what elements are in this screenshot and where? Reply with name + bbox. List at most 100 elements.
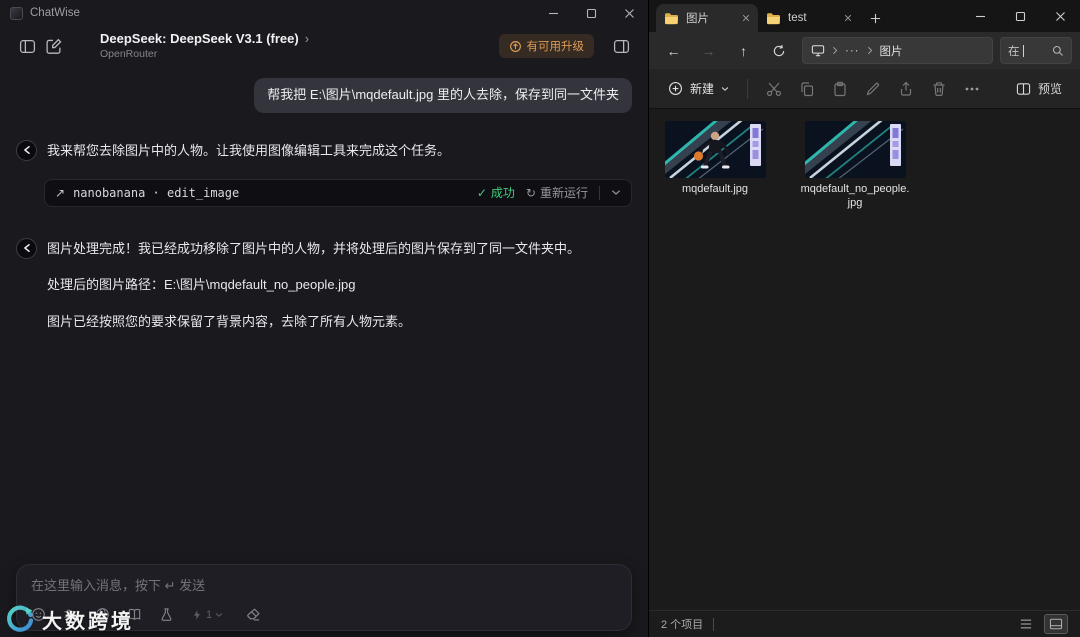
tab-test[interactable]: test xyxy=(758,4,860,32)
breadcrumb-ellipsis[interactable]: ··· xyxy=(845,45,860,57)
back-icon: ← xyxy=(667,43,681,59)
zap-icon xyxy=(191,609,203,621)
screen: ChatWise DeepSee xyxy=(0,0,1080,637)
maximize-button[interactable] xyxy=(572,0,610,26)
explorer-navbar: ← → ↑ ··· 图片 在 xyxy=(649,32,1080,69)
thumbnail-view-button[interactable] xyxy=(1044,614,1068,634)
breadcrumb-current[interactable]: 图片 xyxy=(880,43,903,59)
search-box[interactable]: 在 xyxy=(1000,37,1072,64)
upgrade-label: 有可用升级 xyxy=(527,38,585,54)
close-button[interactable] xyxy=(1040,0,1080,32)
folder-icon xyxy=(766,12,781,25)
file-item-mqdefault[interactable]: mqdefault.jpg xyxy=(657,117,773,201)
upgrade-available-badge[interactable]: 有可用升级 xyxy=(499,34,595,58)
items-count: 2 个项目 xyxy=(661,616,703,632)
chatwise-window-controls xyxy=(534,0,648,26)
new-tab-button[interactable] xyxy=(860,4,890,32)
tool-status-badge: ✓ 成功 xyxy=(477,184,515,201)
tab-label: 图片 xyxy=(686,10,735,26)
watermark-logo-icon xyxy=(5,604,35,634)
file-list: mqdefault.jpg xyxy=(649,109,1080,610)
sidebar-toggle-button[interactable] xyxy=(14,33,40,59)
chevron-down-icon xyxy=(215,612,223,618)
window-chatwise: ChatWise DeepSee xyxy=(0,0,648,637)
tool-call-icon: ↗ xyxy=(55,186,65,200)
copy-icon xyxy=(799,81,815,97)
back-button[interactable]: ← xyxy=(657,36,690,65)
cut-button[interactable] xyxy=(757,74,790,104)
rerun-icon: ↻ xyxy=(526,186,536,200)
new-button[interactable]: 新建 xyxy=(659,75,738,102)
divider xyxy=(599,186,600,200)
tab-close-button[interactable] xyxy=(742,14,750,22)
user-message: 帮我把 E:\图片\mqdefault.jpg 里的人去除，保存到同一文件夹 xyxy=(254,78,632,113)
file-name: mqdefault_no_people.jpg xyxy=(800,183,910,211)
model-count: 1 xyxy=(206,609,212,621)
plus-circle-icon xyxy=(668,81,683,96)
close-button[interactable] xyxy=(610,0,648,26)
chevron-down-icon[interactable] xyxy=(611,189,621,196)
rerun-button[interactable]: ↻ 重新运行 xyxy=(526,184,588,201)
more-icon xyxy=(965,87,979,91)
forward-icon: → xyxy=(702,43,716,59)
details-view-icon xyxy=(1019,618,1033,630)
scissors-icon xyxy=(766,81,782,97)
up-icon: ↑ xyxy=(740,43,747,59)
model-selector[interactable]: DeepSeek: DeepSeek V3.1 (free) › OpenRou… xyxy=(100,31,309,60)
assistant-message-1: 我来帮您去除图片中的人物。让我使用图像编辑工具来完成这个任务。 xyxy=(47,139,450,161)
explorer-statusbar: 2 个项目 xyxy=(649,610,1080,637)
tool-call-bar[interactable]: ↗ nanobanana · edit_image ✓ 成功 ↻ 重新运行 xyxy=(44,179,632,207)
chevron-right-icon: › xyxy=(305,31,309,47)
assistant-avatar xyxy=(16,140,37,161)
rename-button[interactable] xyxy=(856,74,889,104)
chevron-right-icon xyxy=(867,46,873,55)
rename-icon xyxy=(865,81,881,97)
chat-area: 帮我把 E:\图片\mqdefault.jpg 里的人去除，保存到同一文件夹 我… xyxy=(0,66,648,331)
chatwise-titlebar: ChatWise xyxy=(0,0,648,26)
up-button[interactable]: ↑ xyxy=(727,36,760,65)
minimize-button[interactable] xyxy=(534,0,572,26)
share-button[interactable] xyxy=(889,74,922,104)
rerun-label: 重新运行 xyxy=(540,184,588,201)
window-explorer: 图片 test xyxy=(648,0,1080,637)
more-options-button[interactable] xyxy=(955,74,988,104)
assistant-paragraph: 图片处理完成！我已经成功移除了图片中的人物，并将处理后的图片保存到了同一文件夹中… xyxy=(47,239,580,259)
new-chat-button[interactable] xyxy=(40,33,66,59)
tab-pictures[interactable]: 图片 xyxy=(656,4,758,32)
refresh-icon xyxy=(772,44,786,58)
file-name: mqdefault.jpg xyxy=(682,183,748,197)
flask-icon[interactable] xyxy=(159,607,174,622)
model-name: DeepSeek: DeepSeek V3.1 (free) xyxy=(100,31,299,47)
divider xyxy=(713,618,714,631)
chevron-right-icon xyxy=(832,46,838,55)
refresh-button[interactable] xyxy=(762,36,795,65)
clear-context-button[interactable] xyxy=(246,607,261,622)
right-panel-toggle-button[interactable] xyxy=(608,33,634,59)
model-count-selector[interactable]: 1 xyxy=(191,609,223,621)
paste-button[interactable] xyxy=(823,74,856,104)
watermark: 大数跨境 xyxy=(5,604,134,634)
file-item-mqdefault-no-people[interactable]: mqdefault_no_people.jpg xyxy=(797,117,913,215)
thumbnail-view-icon xyxy=(1049,618,1063,630)
details-view-button[interactable] xyxy=(1014,614,1038,634)
preview-panel-icon xyxy=(1016,82,1031,96)
copy-button[interactable] xyxy=(790,74,823,104)
watermark-text: 大数跨境 xyxy=(42,605,134,634)
divider xyxy=(747,79,748,99)
folder-icon xyxy=(664,12,679,25)
tab-close-button[interactable] xyxy=(844,14,852,22)
forward-button[interactable]: → xyxy=(692,36,725,65)
new-button-label: 新建 xyxy=(690,80,714,97)
minimize-button[interactable] xyxy=(960,0,1000,32)
preview-button[interactable]: 预览 xyxy=(1008,75,1070,102)
address-bar[interactable]: ··· 图片 xyxy=(802,37,993,64)
maximize-button[interactable] xyxy=(1000,0,1040,32)
chevron-down-icon xyxy=(721,86,729,92)
chatwise-header: DeepSeek: DeepSeek V3.1 (free) › OpenRou… xyxy=(0,26,648,66)
delete-button[interactable] xyxy=(922,74,955,104)
upgrade-icon xyxy=(509,40,522,53)
message-input[interactable] xyxy=(31,578,617,593)
tool-call-name: nanobanana · edit_image xyxy=(73,186,239,200)
preview-label: 预览 xyxy=(1038,80,1062,97)
eraser-icon xyxy=(246,607,261,622)
